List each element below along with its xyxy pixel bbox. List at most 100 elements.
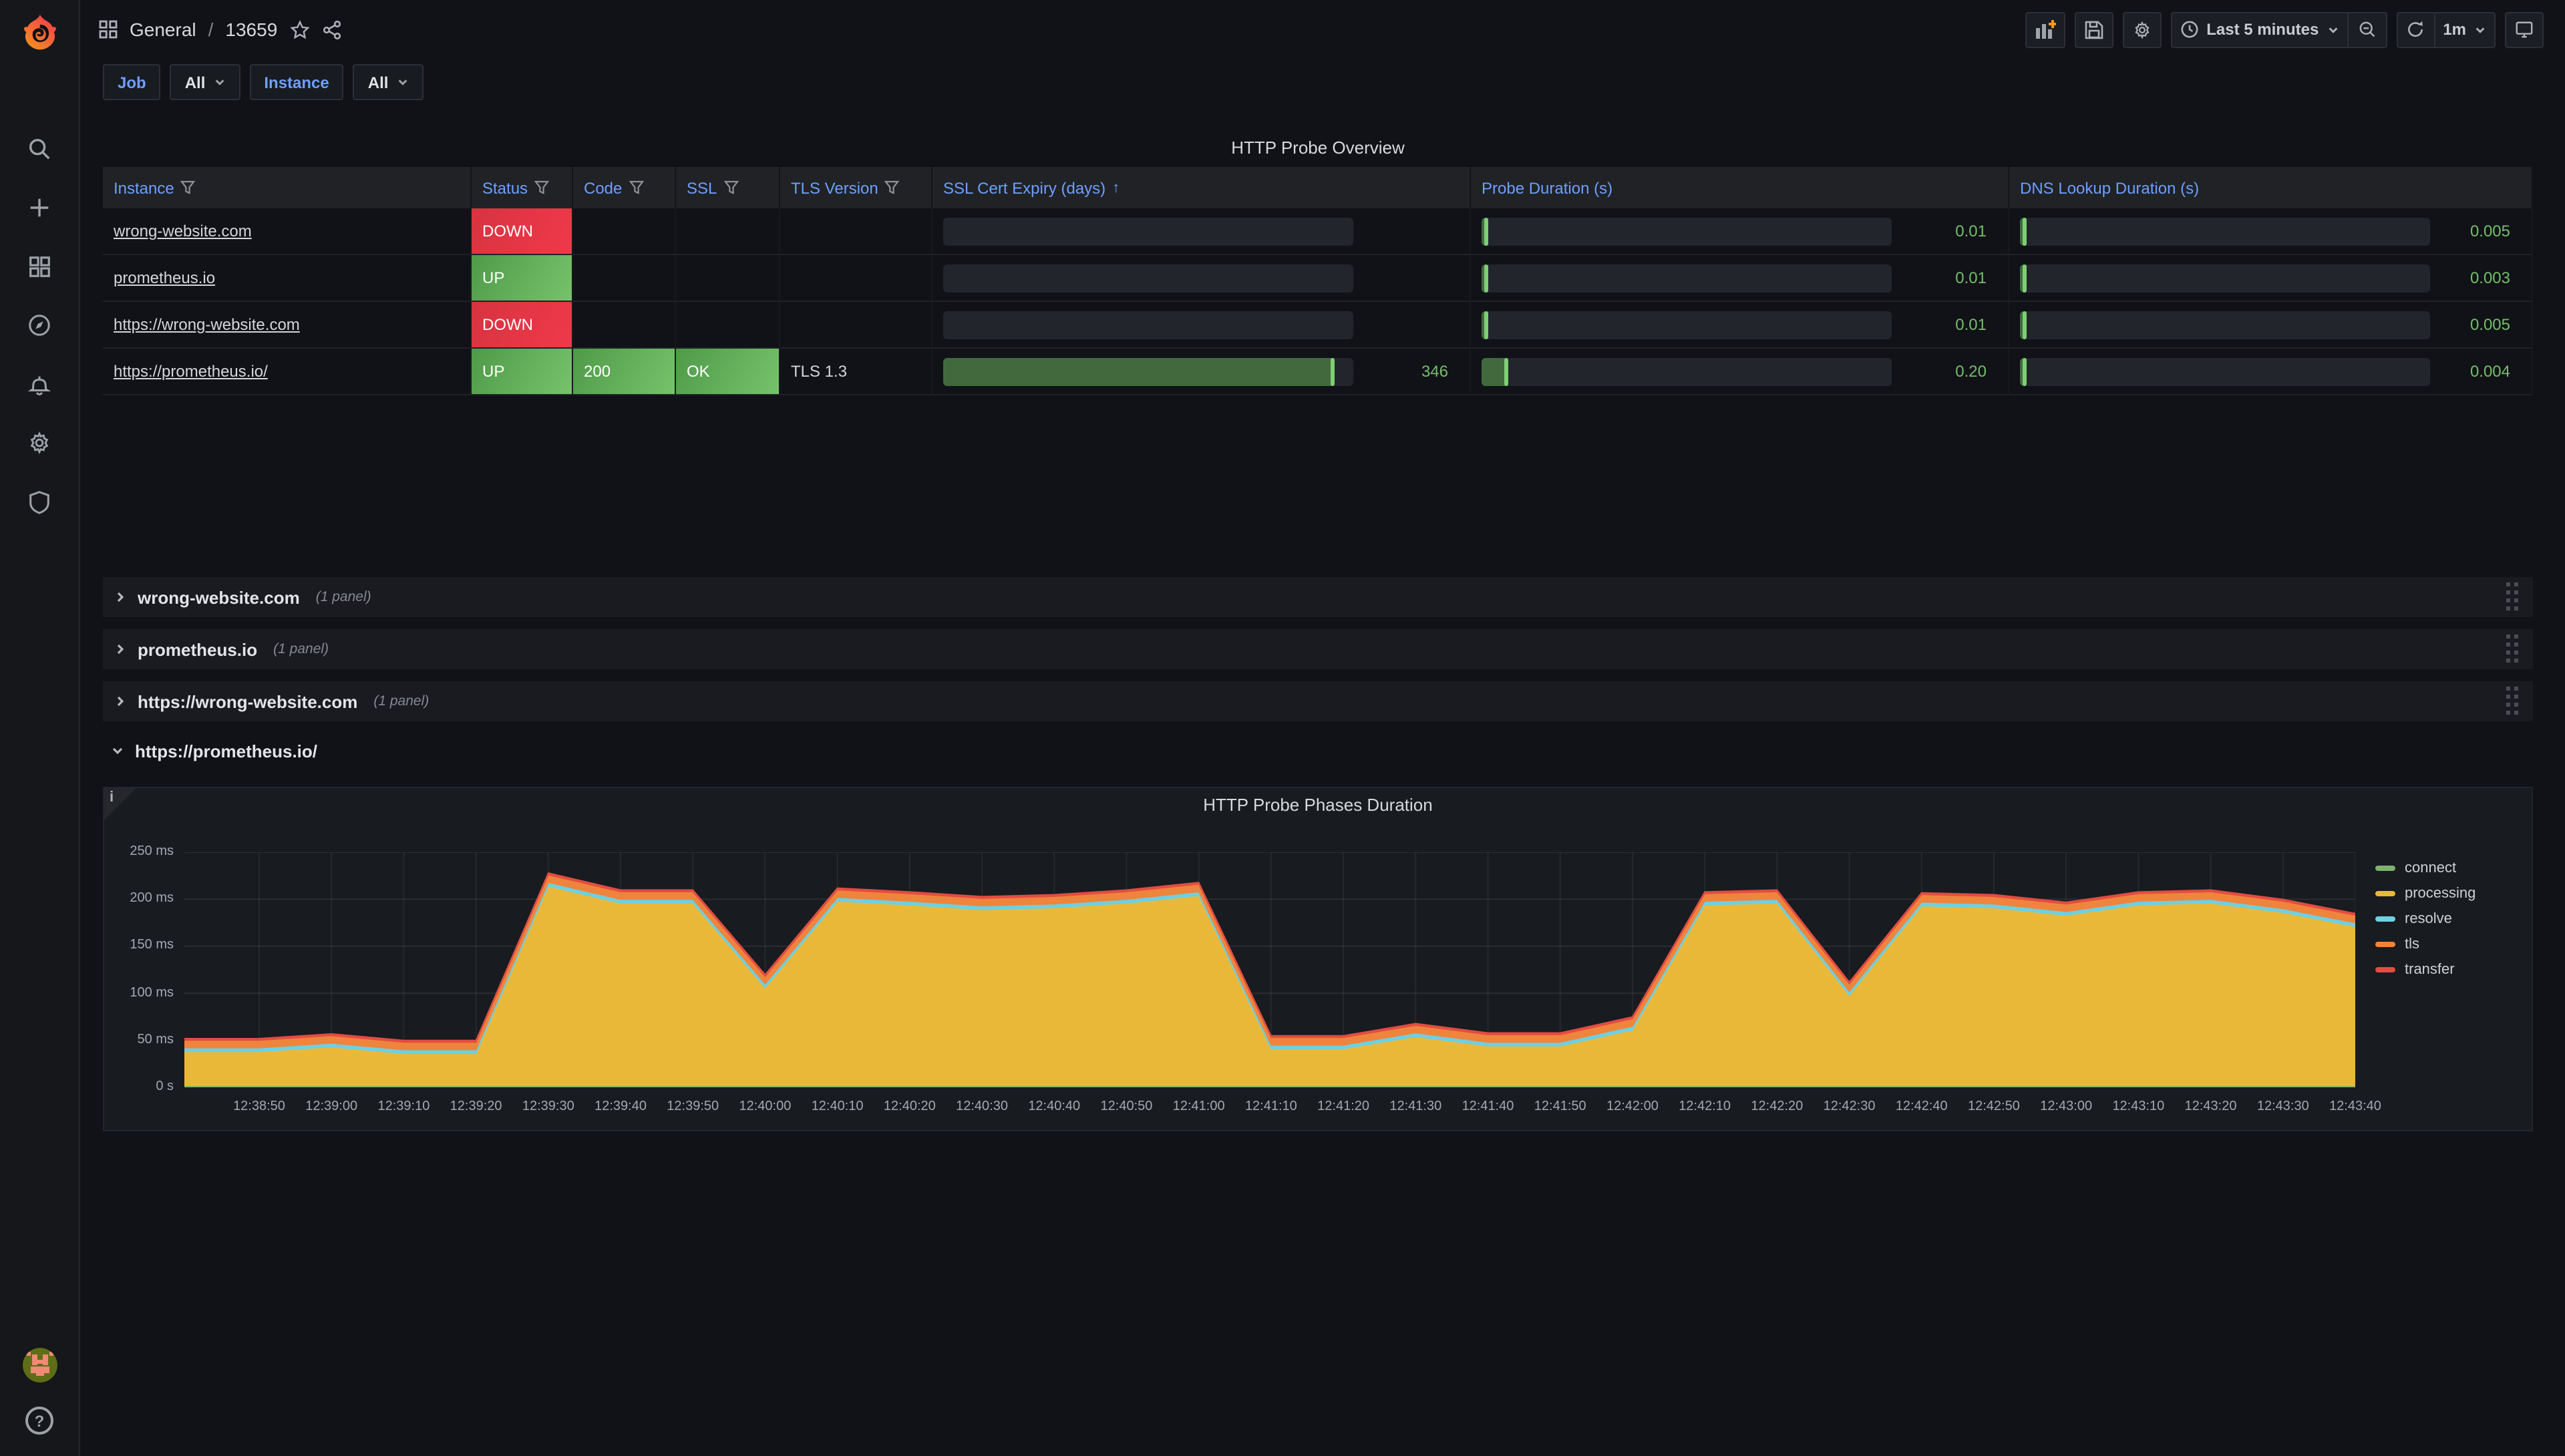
drag-handle[interactable] [2506, 687, 2520, 716]
drag-handle[interactable] [2506, 634, 2520, 664]
dashboards-grid-icon [99, 20, 118, 39]
breadcrumb-separator: / [208, 19, 214, 40]
gauge-track [1482, 311, 1892, 339]
gauge-value: 0.003 [2470, 268, 2521, 287]
gauge-cell: 0.01 [1471, 302, 2009, 349]
status-cell: UP [472, 255, 573, 302]
dashboards-icon[interactable] [26, 252, 53, 279]
column-header[interactable]: DNS Lookup Duration (s) [2009, 167, 2533, 208]
instance-filter-label[interactable]: Instance [249, 64, 343, 100]
legend-swatch [2375, 942, 2395, 947]
chevron-down-icon [213, 76, 225, 88]
x-tick-label: 12:41:00 [1173, 1099, 1225, 1114]
http-probe-phases-panel: i HTTP Probe Phases Duration 250 ms200 m… [103, 787, 2533, 1131]
alerting-bell-icon[interactable] [26, 370, 53, 397]
column-header[interactable]: TLS Version [780, 167, 932, 208]
column-header[interactable]: Code [573, 167, 676, 208]
gauge-track [1482, 217, 1892, 245]
create-plus-icon[interactable] [26, 194, 53, 220]
instance-link[interactable]: https://wrong-website.com [114, 315, 300, 334]
legend-item-connect[interactable]: connect [2375, 860, 2475, 876]
legend-swatch [2375, 866, 2395, 871]
x-tick-label: 12:42:10 [1679, 1099, 1731, 1114]
gauge-value: 0.005 [2470, 222, 2521, 240]
x-tick-label: 12:42:30 [1824, 1099, 1876, 1114]
y-tick-label: 150 ms [104, 938, 174, 953]
user-avatar[interactable] [22, 1348, 57, 1383]
chevron-right-icon [114, 643, 127, 656]
gauge-track [2020, 311, 2430, 339]
job-filter-value[interactable]: All [170, 64, 240, 100]
instance-link[interactable]: https://prometheus.io/ [114, 362, 268, 381]
gauge-value: 0.004 [2470, 362, 2521, 381]
legend-item-resolve[interactable]: resolve [2375, 911, 2475, 927]
dashboard-content: HTTP Probe Overview InstanceStatusCodeSS… [80, 138, 2565, 1131]
row-section-header[interactable]: https://wrong-website.com(1 panel) [103, 681, 2533, 721]
column-header[interactable]: SSL Cert Expiry (days)↑ [932, 167, 1471, 208]
chart-legend: connect processing resolve tls transfer [2375, 860, 2475, 978]
column-header[interactable]: Status [472, 167, 573, 208]
instance-filter-value[interactable]: All [353, 64, 423, 100]
x-tick-label: 12:39:30 [522, 1099, 574, 1114]
gauge-track [1482, 357, 1892, 385]
x-tick-label: 12:41:10 [1245, 1099, 1297, 1114]
filter-funnel-icon [629, 180, 643, 195]
gauge-cell: 0.003 [2009, 255, 2533, 302]
y-tick-label: 200 ms [104, 891, 174, 906]
http-probe-overview-panel: HTTP Probe Overview InstanceStatusCodeSS… [103, 138, 2533, 395]
breadcrumb-section[interactable]: General [130, 19, 196, 40]
add-panel-button[interactable] [2025, 11, 2065, 47]
zoom-out-button[interactable] [2348, 11, 2387, 47]
row-section-header[interactable]: https://prometheus.io/ [103, 733, 2533, 768]
x-tick-label: 12:42:40 [1896, 1099, 1948, 1114]
y-tick-label: 50 ms [104, 1033, 174, 1047]
x-tick-label: 12:41:50 [1534, 1099, 1586, 1114]
gauge-track [943, 217, 1353, 245]
instance-link[interactable]: wrong-website.com [114, 222, 252, 240]
refresh-button[interactable] [2396, 11, 2435, 47]
section-name: https://wrong-website.com [138, 691, 357, 711]
gauge-track [1482, 264, 1892, 292]
column-header[interactable]: Probe Duration (s) [1471, 167, 2009, 208]
share-icon[interactable] [321, 19, 341, 39]
help-icon[interactable]: ? [25, 1407, 53, 1435]
job-filter-label[interactable]: Job [103, 64, 161, 100]
legend-swatch [2375, 916, 2395, 922]
drag-handle[interactable] [2506, 582, 2520, 612]
time-range-picker[interactable]: Last 5 minutes [2170, 11, 2348, 47]
refresh-interval-picker[interactable]: 1m [2435, 11, 2496, 47]
explore-compass-icon[interactable] [26, 311, 53, 338]
server-admin-shield-icon[interactable] [26, 488, 53, 514]
filter-funnel-icon [181, 180, 196, 195]
row-section-header[interactable]: wrong-website.com(1 panel) [103, 577, 2533, 617]
row-section-header[interactable]: prometheus.io(1 panel) [103, 629, 2533, 669]
search-icon[interactable] [26, 135, 53, 162]
x-tick-label: 12:39:00 [305, 1099, 357, 1114]
dashboard-settings-button[interactable] [2122, 11, 2161, 47]
column-header[interactable]: SSL [676, 167, 780, 208]
x-tick-label: 12:39:50 [667, 1099, 719, 1114]
grafana-dashboard: ? General / 13659 [0, 0, 2565, 1456]
x-tick-label: 12:42:00 [1606, 1099, 1659, 1114]
settings-gear-icon[interactable] [26, 429, 53, 456]
gauge-cell: 0.004 [2009, 349, 2533, 395]
column-header[interactable]: Instance [103, 167, 472, 208]
y-tick-label: 250 ms [104, 844, 174, 859]
gauge-track [2020, 217, 2430, 245]
breadcrumb-dashboard[interactable]: 13659 [225, 19, 277, 40]
section-panel-count: (1 panel) [316, 589, 371, 605]
save-dashboard-button[interactable] [2074, 11, 2113, 47]
legend-item-tls[interactable]: tls [2375, 936, 2475, 952]
tls-version-cell [780, 302, 932, 349]
ssl-cell [676, 255, 780, 302]
x-tick-label: 12:43:40 [2329, 1099, 2381, 1114]
star-icon[interactable] [289, 19, 309, 39]
legend-item-processing[interactable]: processing [2375, 886, 2475, 902]
stacked-area-chart[interactable] [184, 852, 2355, 1087]
grafana-logo-icon[interactable] [19, 12, 59, 52]
x-tick-label: 12:40:00 [739, 1099, 792, 1114]
instance-link[interactable]: prometheus.io [114, 268, 215, 287]
kiosk-mode-button[interactable] [2505, 11, 2544, 47]
instance-cell: https://wrong-website.com [103, 302, 472, 349]
legend-item-transfer[interactable]: transfer [2375, 962, 2475, 978]
